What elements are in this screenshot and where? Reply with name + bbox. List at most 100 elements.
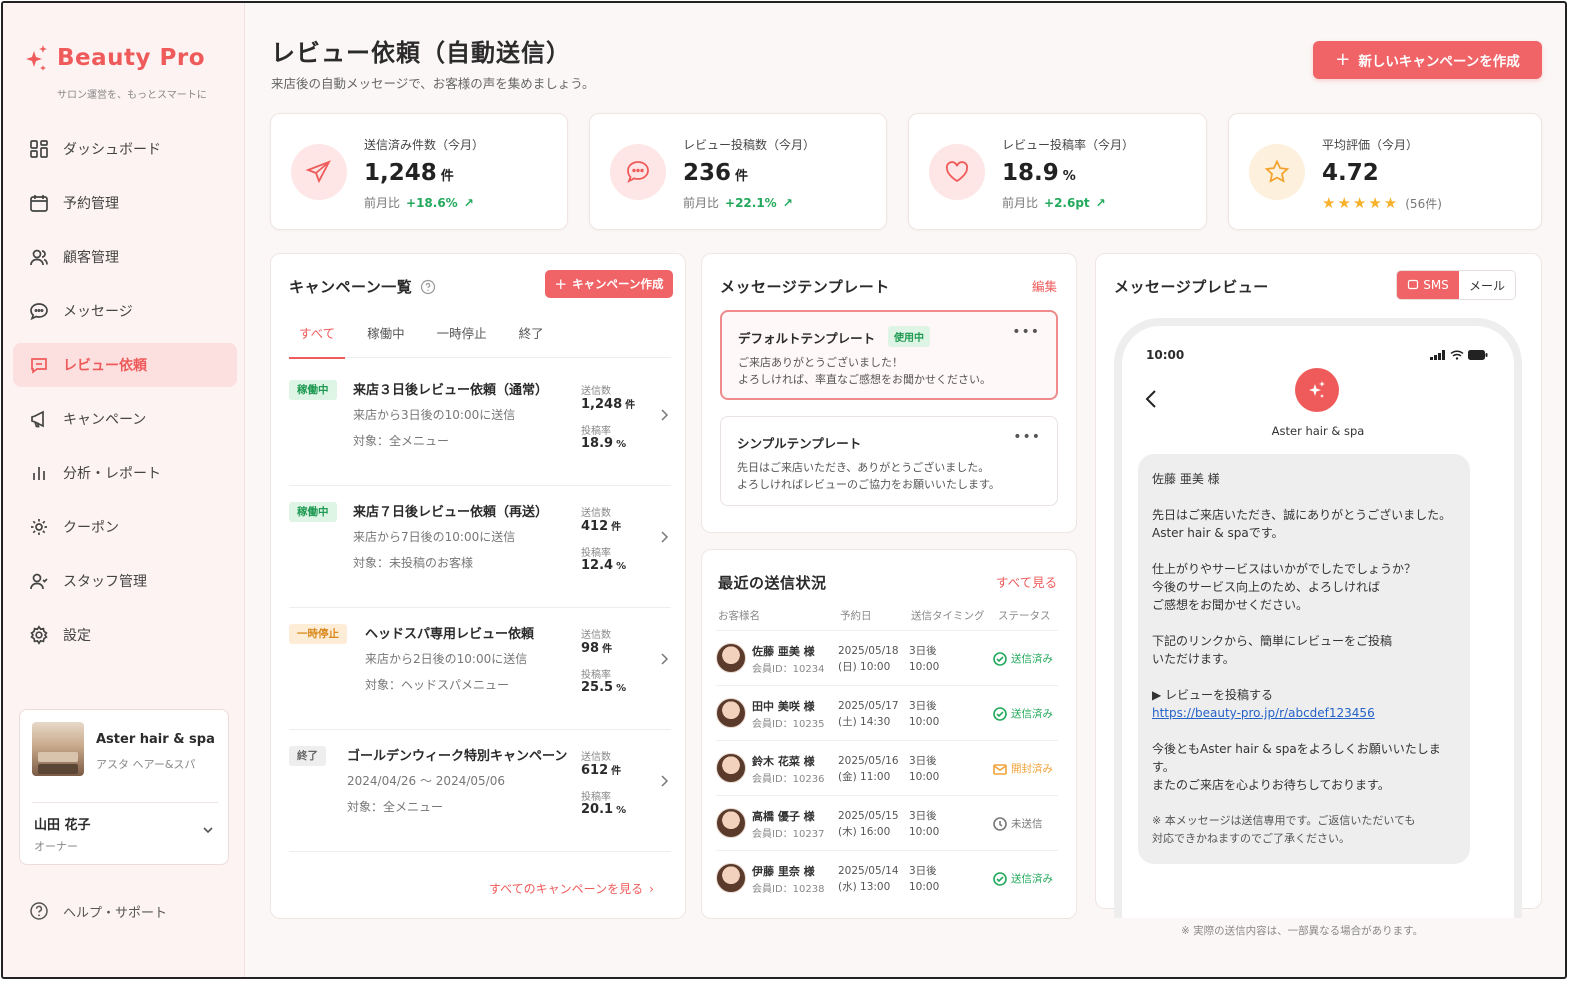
template-card-simple[interactable]: シンプルテンプレート ••• 先日はご来店いただき、ありがとうございました。 よ… — [720, 416, 1058, 506]
template-body: 先日はご来店いただき、ありがとうございました。 よろしければレビューのご協力をお… — [737, 459, 1000, 493]
sidebar-item-customers[interactable]: 顧客管理 — [13, 235, 237, 279]
review-link[interactable]: https://beauty-pro.jp/r/abcdef123456 — [1152, 706, 1375, 720]
panel-title: メッセージプレビュー — [1114, 278, 1269, 296]
campaign-schedule: 来店から2日後の10:00に送信 — [365, 652, 528, 666]
message-line: ご感想をお聞かせください。 — [1152, 598, 1309, 612]
clock-icon — [993, 816, 1007, 831]
template-line: 先日はご来店いただき、ありがとうございました。 — [737, 461, 990, 474]
sidebar-item-dashboard[interactable]: ダッシュボード — [13, 127, 237, 171]
table-row[interactable]: 田中 美咲 様 会員ID：10235 2025/05/17 (土) 14:30 3… — [716, 685, 1058, 740]
stat-value: 4.72 — [1322, 160, 1379, 186]
chevron-right-icon[interactable] — [659, 408, 669, 422]
tab-paused[interactable]: 一時停止 — [427, 324, 497, 358]
message-line: 先日はご来店いただき、誠にありがとうございました。 — [1152, 508, 1452, 522]
info-icon[interactable] — [420, 279, 436, 295]
chevron-right-icon[interactable] — [659, 774, 669, 788]
template-name: シンプルテンプレート — [737, 436, 862, 451]
table-row[interactable]: 佐藤 亜美 様 会員ID：10234 2025/05/18 (日) 10:00 3… — [716, 630, 1058, 685]
calendar-icon — [30, 195, 48, 212]
page-subtitle: 来店後の自動メッセージで、お客様の声を集めましょう。 — [271, 76, 595, 91]
avatar — [716, 643, 746, 673]
send-icon — [305, 160, 331, 184]
chevron-down-icon[interactable] — [202, 824, 214, 836]
date: 2025/05/18 — [838, 645, 899, 657]
tab-all[interactable]: すべて — [289, 324, 346, 359]
unit: % — [616, 439, 627, 450]
stat-change: 前月比 +18.6% ↗ — [364, 194, 474, 211]
sent-count: 98 件 — [581, 640, 612, 656]
campaign-tabs: すべて 稼働中 一時停止 終了 — [289, 324, 671, 359]
table-row[interactable]: 伊藤 里奈 様 会員ID：10238 2025/05/14 (水) 13:00 3… — [716, 850, 1058, 905]
tab-ended[interactable]: 終了 — [509, 324, 554, 358]
chevron-right-icon[interactable] — [659, 652, 669, 666]
sidebar-item-coupon[interactable]: クーポン — [13, 505, 237, 549]
stat-unit: 件 — [440, 169, 454, 184]
campaign-target: 対象：未投稿のお客様 — [353, 556, 474, 570]
customer-name: 伊藤 里奈 様 — [752, 865, 815, 878]
time: (金) 11:00 — [838, 771, 891, 783]
bar-chart-icon — [33, 467, 45, 480]
sms-tab[interactable]: SMS — [1397, 271, 1459, 299]
tab-active[interactable]: 稼働中 — [357, 324, 415, 358]
date: 2025/05/15 — [838, 810, 899, 822]
salon-account-card[interactable]: Aster hair & spa アスタ ヘアー&スパ 山田 花子 オーナー — [19, 709, 229, 865]
status-text: 開封済み — [1011, 763, 1053, 775]
post-rate-label: 投稿率 — [581, 426, 611, 437]
unit: % — [616, 683, 627, 694]
new-campaign-button[interactable]: + 新しいキャンペーンを作成 — [1313, 41, 1542, 79]
sent-count: 612 件 — [581, 762, 621, 778]
campaign-item[interactable]: 一時停止 ヘッドスパ専用レビュー依頼 来店から2日後の10:00に送信 対象：ヘ… — [289, 608, 671, 730]
sidebar-item-messages[interactable]: メッセージ — [13, 289, 237, 333]
send-timing: 3日後 10:00 — [909, 753, 939, 785]
avatar — [716, 808, 746, 838]
message-preview-panel: メッセージプレビュー SMS メール 10:00 Aster hair & sp… — [1095, 253, 1542, 918]
sidebar-item-reservations[interactable]: 予約管理 — [13, 181, 237, 225]
chat-icon — [30, 303, 48, 321]
sidebar-item-analytics[interactable]: 分析・レポート — [13, 451, 237, 495]
unit: % — [616, 805, 627, 816]
campaign-item[interactable]: 稼働中 来店３日後レビュー依頼（通常） 来店から3日後の10:00に送信 対象：… — [289, 364, 671, 486]
edit-templates-link[interactable]: 編集 — [1032, 276, 1057, 295]
see-all-label: すべてのキャンペーンを見る — [489, 882, 644, 896]
back-arrow-icon[interactable] — [1144, 388, 1158, 410]
sent-count-label: 送信数 — [581, 386, 611, 397]
create-campaign-button[interactable]: + キャンペーン作成 — [545, 270, 673, 298]
see-all-sends-link[interactable]: すべて見る — [996, 572, 1057, 591]
sms-label: SMS — [1423, 278, 1449, 292]
template-panel: メッセージテンプレート 編集 デフォルトテンプレート 使用中 ••• ご来店あり… — [701, 253, 1077, 533]
sidebar-item-review-request[interactable]: レビュー依頼 — [13, 343, 237, 387]
table-row[interactable]: 鈴木 花菜 様 会員ID：10236 2025/05/16 (金) 11:00 3… — [716, 740, 1058, 795]
avatar — [716, 698, 746, 728]
salon-photo — [32, 722, 84, 776]
app-window: Beauty Pro サロン運営を、もっとスマートに ダッシュボード 予約管理 … — [1, 1, 1567, 979]
sidebar-item-label: クーポン — [63, 520, 119, 536]
unit: 件 — [625, 400, 636, 411]
brand-logo[interactable]: Beauty Pro — [25, 43, 205, 73]
member-id: 会員ID：10234 — [752, 664, 825, 675]
sidebar-item-staff[interactable]: スタッフ管理 — [13, 559, 237, 603]
template-card-default[interactable]: デフォルトテンプレート 使用中 ••• ご来店ありがとうございました！ よろしけ… — [720, 310, 1058, 400]
message-paragraph: 仕上がりやサービスはいかがでしたでしょうか？ 今後のサービス向上のため、よろしけれ… — [1152, 560, 1456, 614]
stat-value: 236 件 — [683, 160, 748, 186]
more-menu-icon[interactable]: ••• — [1012, 324, 1040, 340]
column-header-timing: 送信タイミング — [911, 610, 985, 622]
divider — [32, 802, 218, 803]
send-timing: 3日後 10:00 — [909, 863, 939, 895]
campaign-item[interactable]: 稼働中 来店７日後レビュー依頼（再送） 来店から7日後の10:00に送信 対象：… — [289, 486, 671, 608]
chevron-right-icon[interactable] — [659, 530, 669, 544]
campaign-period: 2024/04/26 〜 2024/05/06 — [347, 774, 505, 788]
more-menu-icon[interactable]: ••• — [1013, 429, 1041, 445]
table-row[interactable]: 高橋 優子 様 会員ID：10237 2025/05/15 (木) 16:00 3… — [716, 795, 1058, 850]
mail-tab[interactable]: メール — [1459, 271, 1515, 299]
sidebar-item-settings[interactable]: 設定 — [13, 613, 237, 657]
campaign-item[interactable]: 終了 ゴールデンウィーク特別キャンペーン 2024/04/26 〜 2024/0… — [289, 730, 671, 852]
sidebar-item-campaign[interactable]: キャンペーン — [13, 397, 237, 441]
stat-icon-wrap — [291, 144, 347, 200]
see-all-campaigns-link[interactable]: すべてのキャンペーンを見る › — [489, 880, 654, 897]
phone-mockup: 10:00 Aster hair & spa 佐藤 亜美 様 先日はご来店いただ… — [1114, 318, 1522, 918]
status-sent: 送信済み — [993, 651, 1053, 666]
post-rate: 25.5% — [581, 680, 626, 695]
timing-time: 10:00 — [909, 661, 940, 673]
signal-icon — [1430, 350, 1445, 360]
help-support-link[interactable]: ヘルプ・サポート — [29, 901, 167, 921]
